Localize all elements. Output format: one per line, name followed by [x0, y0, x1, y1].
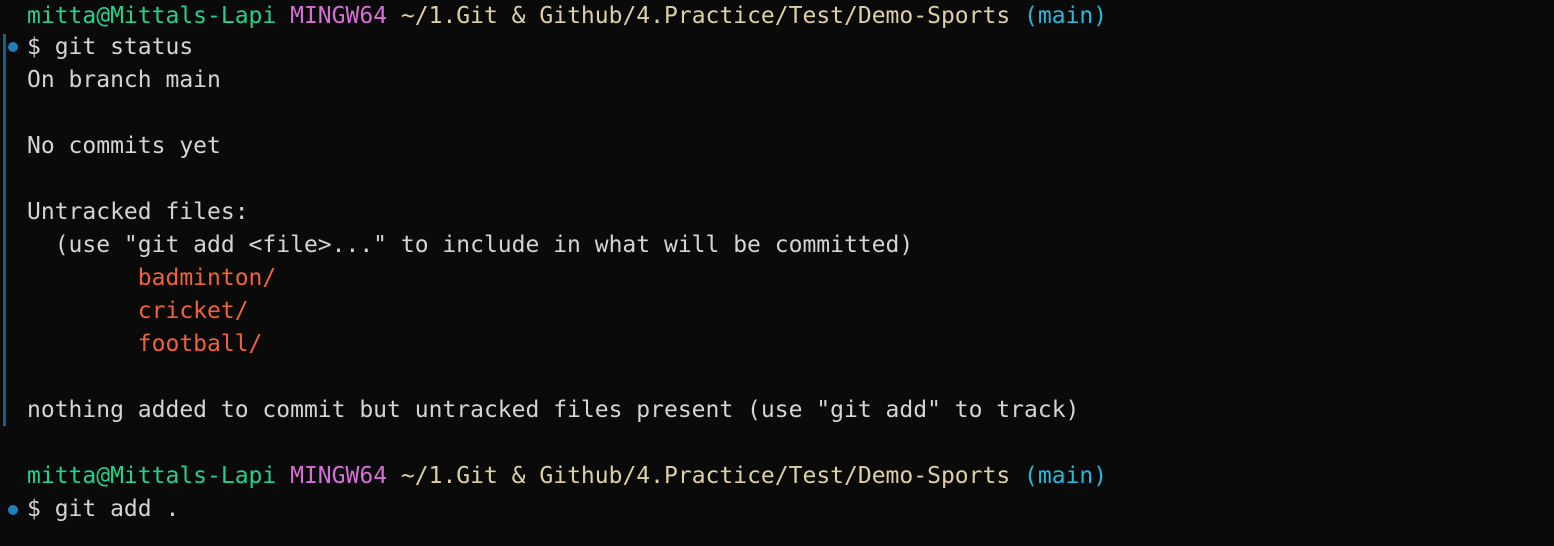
- untracked-file-item: badminton/: [27, 265, 277, 291]
- untracked-file-item: cricket/: [27, 298, 249, 324]
- untracked-file-item: football/: [27, 331, 263, 357]
- output-untracked-hint: (use "git add <file>..." to include in w…: [27, 232, 914, 258]
- output-untracked-header: Untracked files:: [27, 199, 249, 225]
- prompt-branch: (main): [1024, 463, 1108, 489]
- prompt-user-host: mitta@Mittals-Lapi: [27, 463, 277, 489]
- prompt-user-host: mitta@Mittals-Lapi: [27, 3, 277, 29]
- prompt-branch: (main): [1024, 3, 1108, 29]
- command-decoration-dot[interactable]: [8, 505, 18, 515]
- command-decoration-bar: [3, 34, 6, 426]
- prompt-path: ~/1.Git & Github/4.Practice/Test/Demo-Sp…: [400, 463, 1011, 489]
- output-branch-line: On branch main: [27, 67, 221, 93]
- output-summary-line: nothing added to commit but untracked fi…: [27, 397, 1080, 423]
- output-commits-line: No commits yet: [27, 133, 221, 159]
- prompt-shell: MINGW64: [290, 3, 388, 29]
- prompt-line: mitta@Mittals-Lapi MINGW64 ~/1.Git & Git…: [27, 0, 1107, 33]
- prompt-path: ~/1.Git & Github/4.Practice/Test/Demo-Sp…: [400, 3, 1011, 29]
- terminal-window[interactable]: mitta@Mittals-Lapi MINGW64 ~/1.Git & Git…: [0, 0, 1554, 546]
- prompt-shell: MINGW64: [290, 463, 388, 489]
- command-decoration-dot[interactable]: [8, 42, 18, 52]
- command-line: $ git status: [27, 34, 194, 60]
- prompt-line: mitta@Mittals-Lapi MINGW64 ~/1.Git & Git…: [27, 460, 1107, 493]
- command-line: $ git add .: [27, 496, 180, 522]
